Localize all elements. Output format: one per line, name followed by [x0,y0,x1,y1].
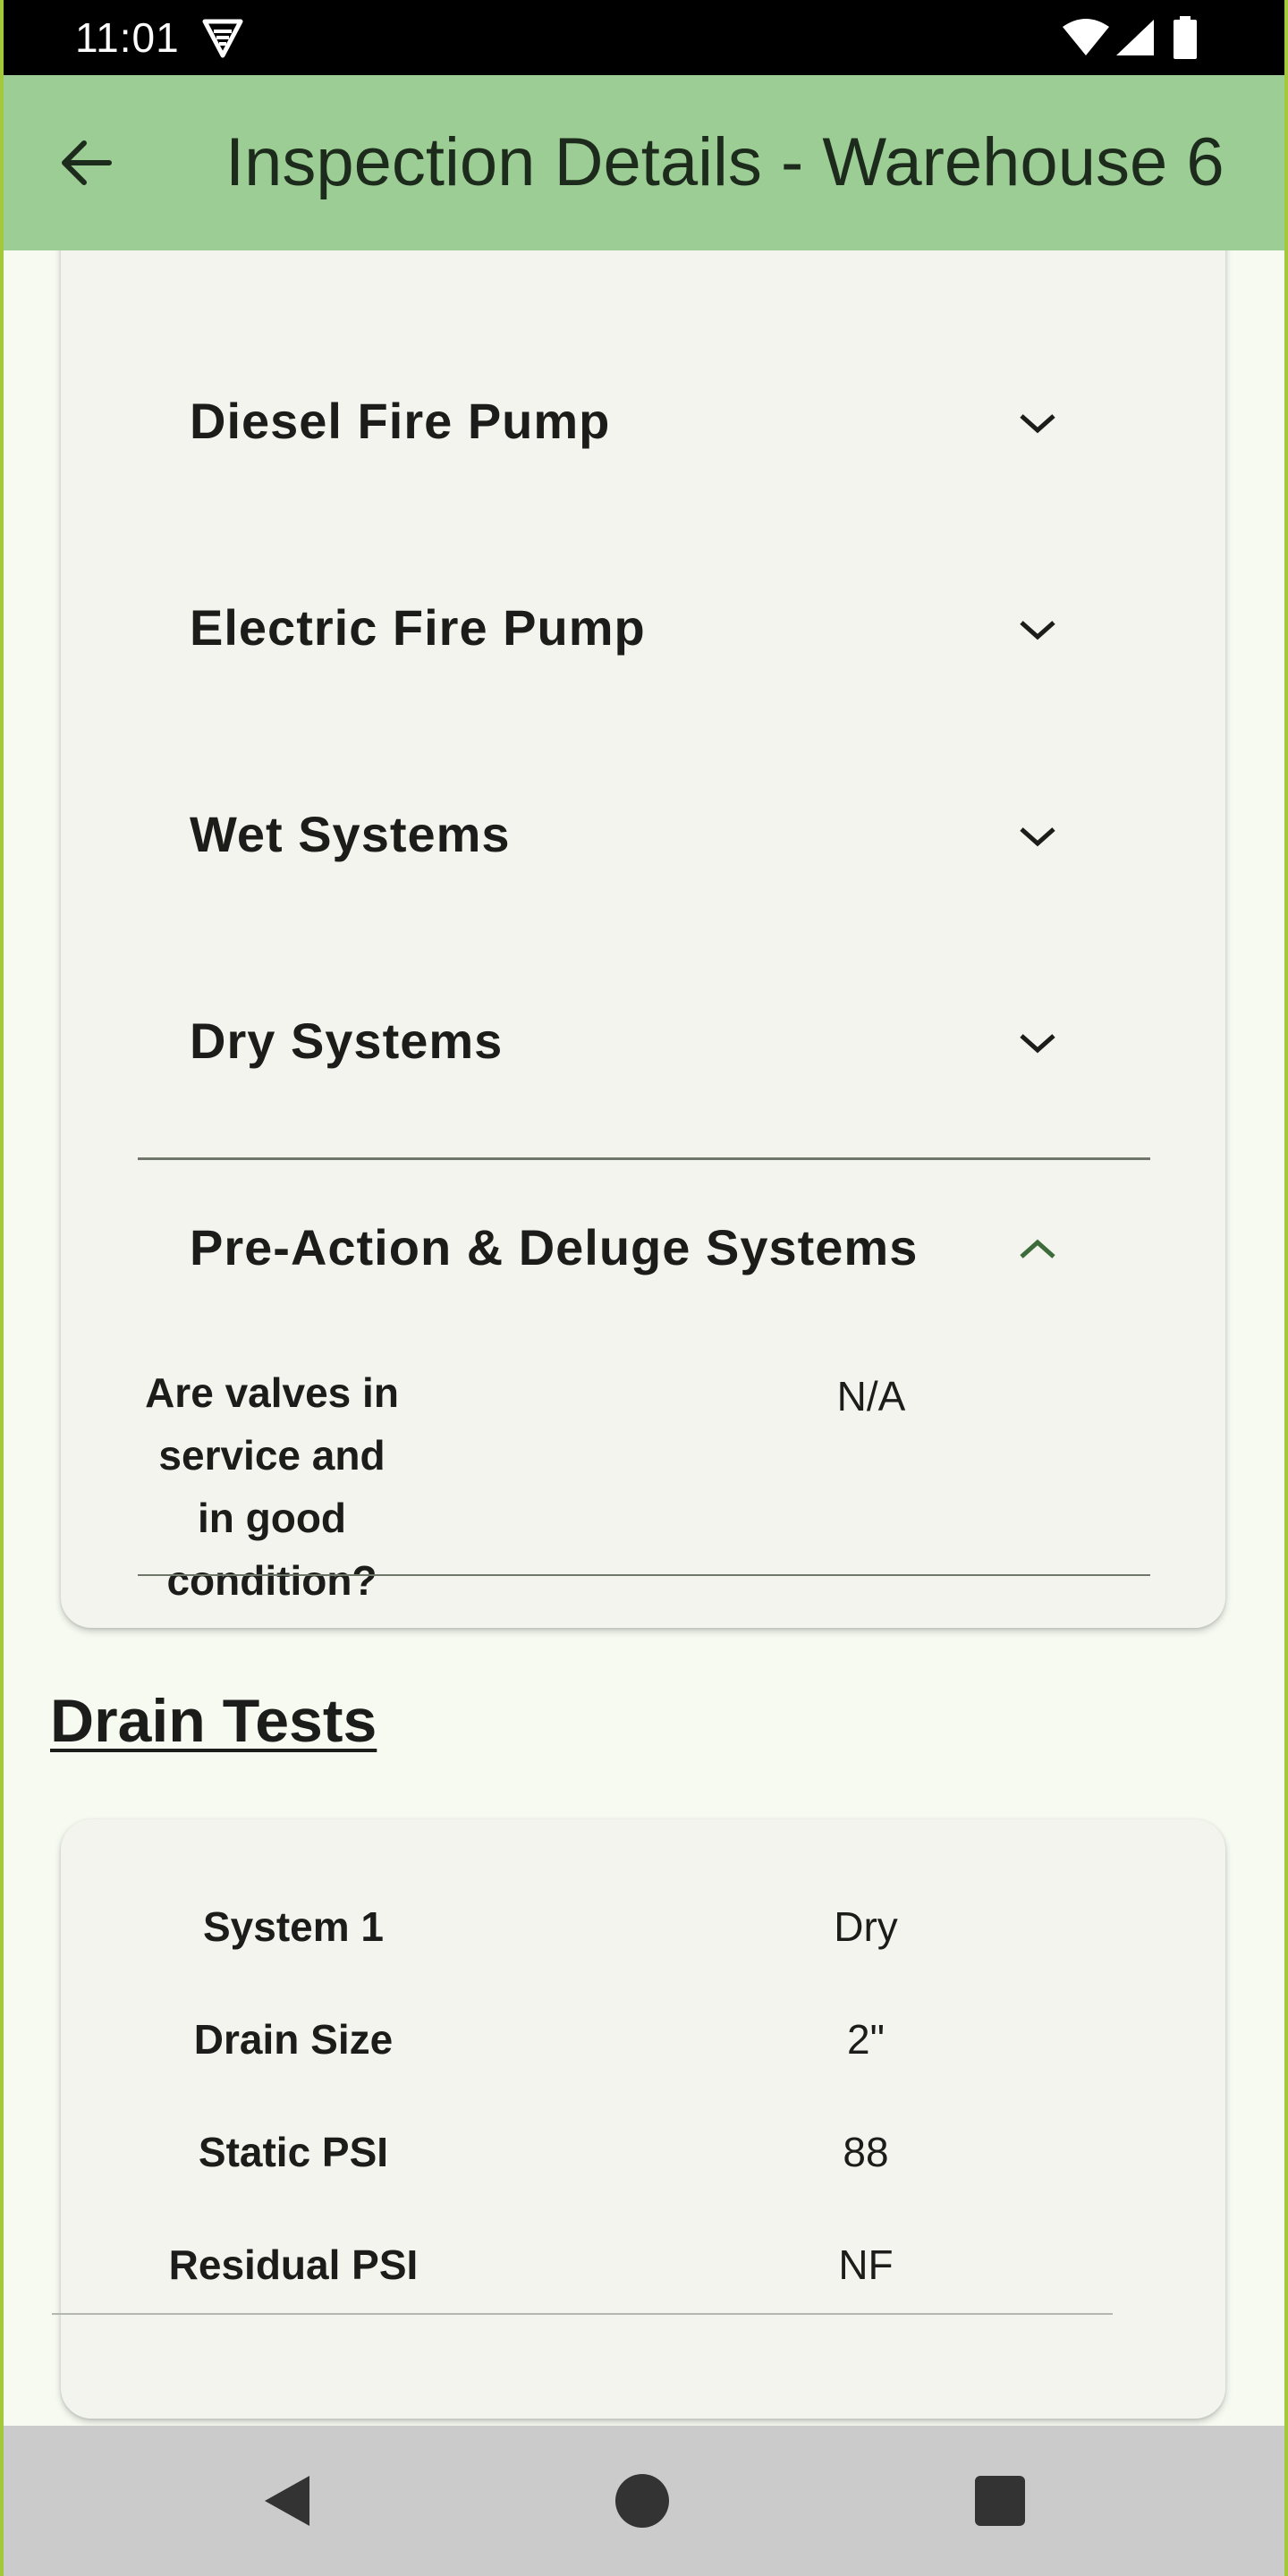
nav-recents-icon[interactable] [973,2474,1027,2528]
nav-back-icon[interactable] [259,2472,317,2529]
accordion-item-pre-action-deluge-systems[interactable]: Pre-Action & Deluge Systems [61,1194,1225,1301]
drain-test-label: Drain Size [193,2016,394,2063]
chevron-down-icon[interactable] [1016,815,1059,858]
divider [52,2313,1113,2315]
drain-test-label: Static PSI [198,2129,389,2175]
back-button[interactable] [50,127,122,199]
section-heading-drain-tests: Drain Tests [50,1687,377,1755]
accordion-item-electric-fire-pump[interactable]: Electric Fire Pump [61,574,1225,682]
arrow-back-icon [62,140,112,185]
accordion-label: Dry Systems [190,1013,504,1069]
drain-test-value: NF [838,2241,894,2288]
table-row: Static PSI 88 [61,2107,1225,2197]
divider [138,1157,1150,1160]
table-row: Drain Size 2" [61,1995,1225,2084]
divider [138,1574,1150,1576]
battery-icon [1174,16,1197,59]
accordion-label: Pre-Action & Deluge Systems [190,1219,919,1275]
drain-test-value: 88 [843,2129,889,2175]
inspection-answer: N/A [836,1373,906,1419]
drain-test-label: Residual PSI [168,2241,419,2288]
drain-test-value: Dry [834,1903,898,1950]
app-bar: Inspection Details - Warehouse 6 [0,75,1288,250]
table-row: Residual PSI NF [61,2220,1225,2309]
chevron-up-icon[interactable] [1016,1228,1059,1271]
accordion-label: Diesel Fire Pump [190,393,611,449]
chevron-down-icon[interactable] [1016,402,1059,445]
cell-signal-icon [1116,20,1154,55]
drain-test-label: System 1 [202,1903,384,1950]
accordion-label: Wet Systems [190,806,511,862]
page-title: Inspection Details - Warehouse 6 [225,124,1224,200]
accordion-item-dry-systems[interactable]: Dry Systems [61,987,1225,1095]
chevron-down-icon[interactable] [1016,1021,1059,1064]
accordion-label: Electric Fire Pump [190,599,646,656]
wifi-icon [1063,19,1109,55]
chevron-down-icon[interactable] [1016,608,1059,651]
drain-test-value: 2" [847,2016,885,2063]
accordion-item-wet-systems[interactable]: Wet Systems [61,781,1225,888]
table-row: System 1 Dry [61,1882,1225,1971]
systems-card: Diesel Fire Pump Electric Fire Pump Wet … [61,170,1225,1628]
drain-tests-card: System 1 Dry Drain Size 2" Static PSI 88… [61,1819,1225,2419]
vpn-key-icon [202,19,243,58]
system-navigation-bar [0,2426,1288,2576]
accordion-item-diesel-fire-pump[interactable]: Diesel Fire Pump [61,368,1225,475]
status-bar: 11:01 [0,0,1288,75]
nav-home-icon[interactable] [614,2472,671,2529]
status-time: 11:01 [75,14,180,61]
